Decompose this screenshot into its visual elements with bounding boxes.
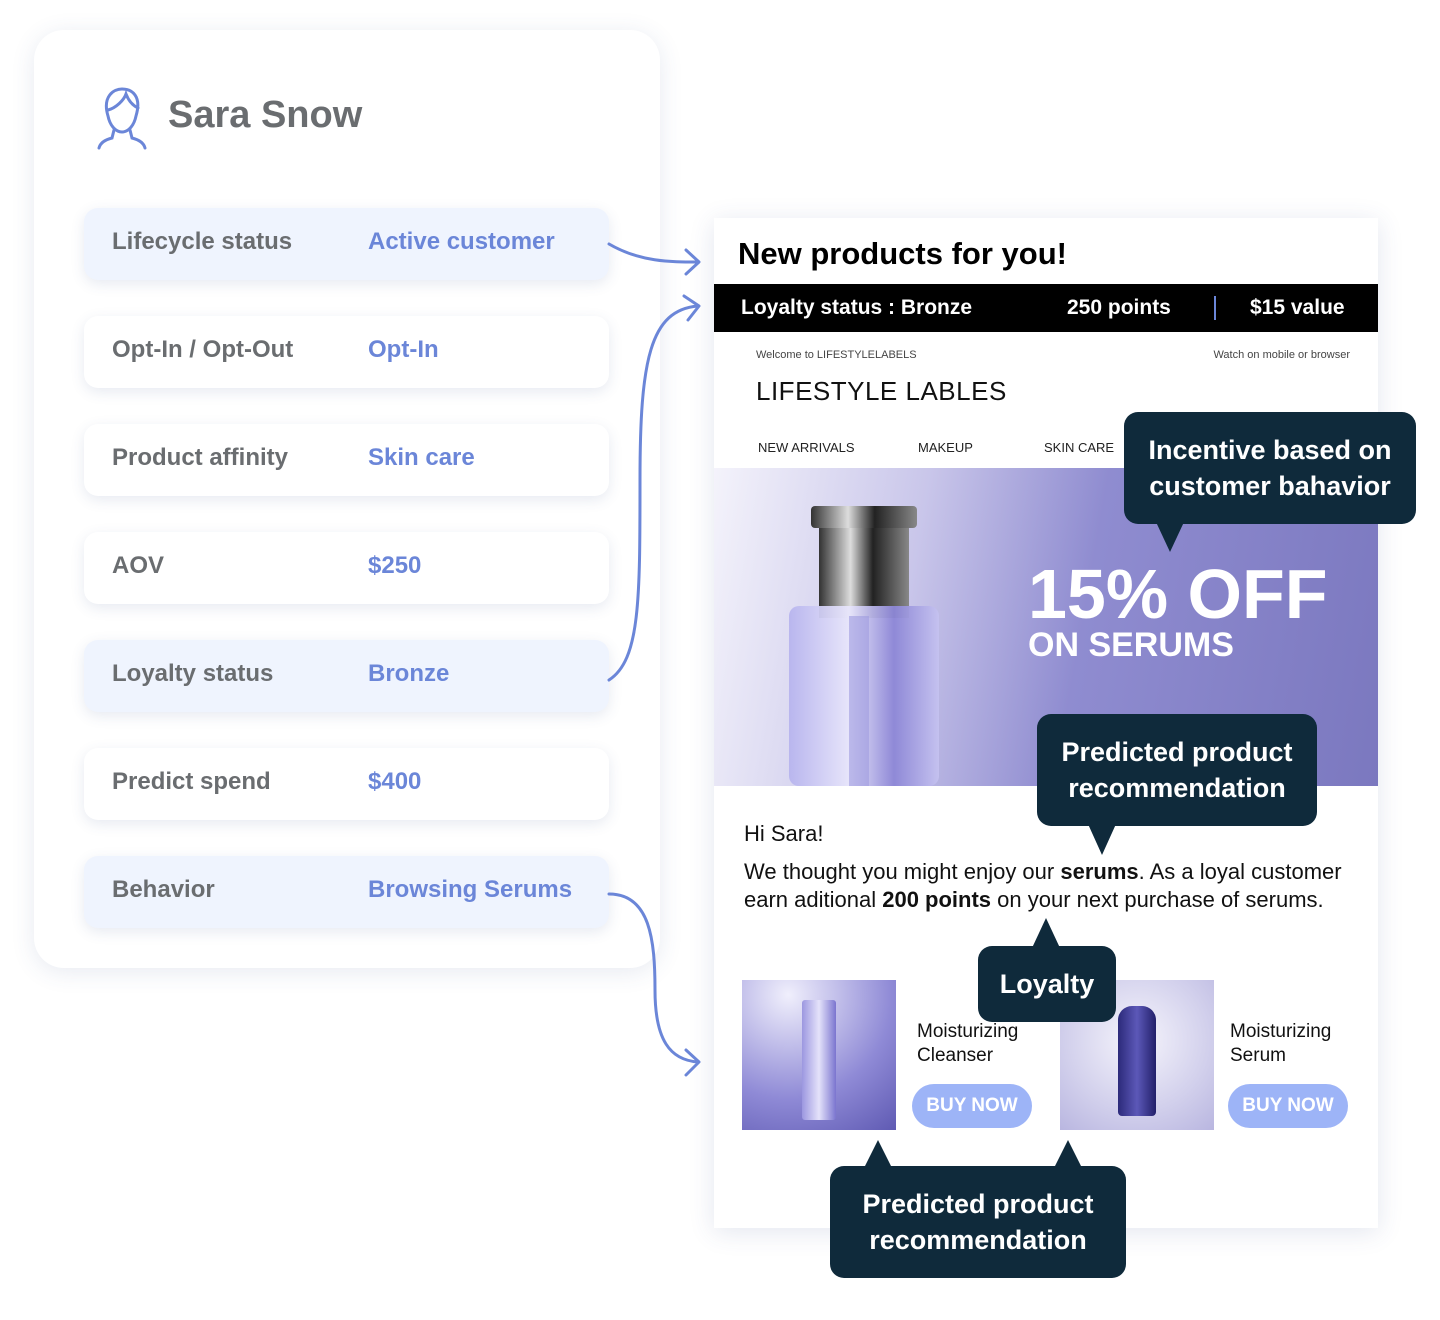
callout-incentive: Incentive based on customer bahavior <box>1124 412 1416 524</box>
nav-skin-care[interactable]: SKIN CARE <box>1044 440 1114 455</box>
attribute-label: Opt-In / Opt-Out <box>112 336 294 363</box>
attribute-label: Behavior <box>112 876 215 903</box>
body-text: We thought you might enjoy our <box>744 859 1061 884</box>
brand-logo: LIFESTYLE LABLES <box>756 376 1007 406</box>
attribute-value: Active customer <box>368 228 555 255</box>
loyalty-bar: Loyalty status : Bronze 250 points $15 v… <box>714 284 1378 332</box>
attribute-value: Bronze <box>368 660 450 687</box>
attribute-row-spend: Predict spend $400 <box>84 748 609 820</box>
loyalty-points: 250 points <box>1067 296 1171 319</box>
attribute-label: Loyalty status <box>112 660 274 687</box>
attribute-row-optin: Opt-In / Opt-Out Opt-In <box>84 316 609 388</box>
attribute-row-behavior: Behavior Browsing Serums <box>84 856 609 928</box>
email-title: New products for you! <box>738 236 1067 271</box>
buy-now-button[interactable]: BUY NOW <box>912 1084 1032 1128</box>
customer-name: Sara Snow <box>168 94 363 136</box>
body-highlight: 200 points <box>882 887 992 912</box>
attribute-value: Skin care <box>368 444 475 471</box>
body-highlight: serums <box>1060 859 1139 884</box>
product-name: Moisturizing Cleanser <box>917 1021 1019 1066</box>
attribute-row-aov: AOV $250 <box>84 532 609 604</box>
attribute-value: $400 <box>368 768 422 795</box>
discount-subheadline: ON SERUMS <box>1028 626 1234 664</box>
attribute-value: Opt-In <box>368 336 439 363</box>
divider <box>1214 296 1216 320</box>
user-outline-icon <box>97 87 147 150</box>
discount-headline: 15% OFF <box>1028 555 1328 633</box>
attribute-row-affinity: Product affinity Skin care <box>84 424 609 496</box>
attribute-value: Browsing Serums <box>368 876 573 903</box>
buy-now-button[interactable]: BUY NOW <box>1228 1084 1348 1128</box>
view-in-browser-link[interactable]: Watch on mobile or browser <box>1213 349 1350 361</box>
customer-profile-card <box>34 30 660 968</box>
callout-predicted-recommendation-products: Predicted product recommendation <box>830 1166 1126 1278</box>
product-name: Moisturizing Serum <box>1230 1021 1332 1066</box>
attribute-label: AOV <box>112 552 165 579</box>
loyalty-value: $15 value <box>1250 296 1345 319</box>
attribute-label: Lifecycle status <box>112 228 293 255</box>
nav-makeup[interactable]: MAKEUP <box>918 440 973 455</box>
cleanser-product-image[interactable] <box>742 980 896 1130</box>
serum-bottle-image <box>789 506 939 786</box>
attribute-label: Product affinity <box>112 444 289 471</box>
welcome-text: Welcome to LIFESTYLELABELS <box>756 349 917 361</box>
attribute-row-lifecycle: Lifecycle status Active customer <box>84 208 609 280</box>
loyalty-status: Loyalty status : Bronze <box>741 296 973 319</box>
email-body: We thought you might enjoy our serums. A… <box>744 858 1354 914</box>
nav-new-arrivals[interactable]: NEW ARRIVALS <box>758 440 855 455</box>
callout-loyalty: Loyalty <box>978 946 1116 1022</box>
greeting: Hi Sara! <box>744 821 824 846</box>
attribute-row-loyalty: Loyalty status Bronze <box>84 640 609 712</box>
attribute-label: Predict spend <box>112 768 271 795</box>
callout-predicted-recommendation: Predicted product recommendation <box>1037 714 1317 826</box>
attribute-value: $250 <box>368 552 422 579</box>
body-text: on your next purchase of serums. <box>991 887 1324 912</box>
